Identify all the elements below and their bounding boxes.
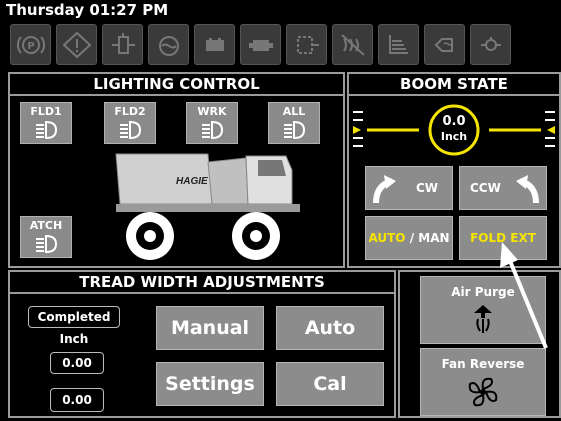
light-button-label: WRK	[197, 105, 227, 118]
light-button-atch[interactable]: ATCH	[20, 216, 72, 258]
auto-manual-toggle[interactable]: AUTO / MAN	[365, 216, 453, 260]
headlight-icon	[202, 120, 224, 140]
oil-pressure-icon	[470, 24, 511, 65]
fold-ext-button[interactable]: FOLD EXT	[459, 216, 547, 260]
cal-button[interactable]: Cal	[276, 362, 384, 406]
sprayer-vehicle-image: HAGIE	[115, 153, 300, 260]
engine-icon	[240, 24, 281, 65]
lighting-control-panel: LIGHTING CONTROL FLD1 FLD2 WRK ALL ATCH …	[8, 72, 345, 268]
cw-label: CW	[415, 181, 438, 195]
air-filter-icon	[286, 24, 327, 65]
man-label: MAN	[418, 231, 450, 245]
lighting-control-title: LIGHTING CONTROL	[10, 74, 343, 96]
fuel-filter-icon	[102, 24, 143, 65]
boom-rotate-cw-button[interactable]: CW	[365, 166, 453, 210]
light-button-fld2[interactable]: FLD2	[104, 102, 156, 144]
light-button-label: ALL	[282, 105, 306, 118]
air-fan-panel: Air Purge Fan Reverse	[398, 270, 561, 418]
warning-diamond-icon	[56, 24, 97, 65]
auto-button[interactable]: Auto	[276, 306, 384, 350]
tread-width-title: TREAD WIDTH ADJUSTMENTS	[10, 272, 394, 294]
boom-rotate-ccw-button[interactable]: CCW	[459, 166, 547, 210]
light-button-fld1[interactable]: FLD1	[20, 102, 72, 144]
auto-man-separator: /	[405, 231, 419, 245]
air-purge-icon	[474, 305, 492, 333]
clock: Thursday 01:27 PM	[6, 1, 169, 19]
boom-state-panel: BOOM STATE 0.0 Inch CW CCW AUTO / MAN FO…	[347, 72, 561, 268]
fold-ext-label: FOLD EXT	[470, 231, 536, 245]
ccw-label: CCW	[470, 181, 501, 195]
boom-height-value: 0.0	[442, 114, 466, 129]
light-button-label: ATCH	[29, 219, 63, 232]
auto-label: AUTO	[368, 231, 406, 245]
light-button-all[interactable]: ALL	[268, 102, 320, 144]
parking-brake-icon: P	[10, 24, 51, 65]
tread-width-panel: TREAD WIDTH ADJUSTMENTS Completed Inch 0…	[8, 270, 396, 418]
tread-unit: Inch	[59, 332, 89, 346]
tread-status: Completed	[28, 306, 120, 328]
svg-text:P: P	[27, 41, 34, 52]
hydraulic-level-icon	[378, 24, 419, 65]
no-regen-icon	[332, 24, 373, 65]
curved-arrow-up-left-icon	[516, 175, 539, 204]
warning-icon-row: P	[10, 24, 511, 66]
tread-value-1: 0.00	[50, 352, 104, 374]
fan-reverse-button[interactable]: Fan Reverse	[420, 348, 546, 416]
engine-coolant-icon	[148, 24, 189, 65]
light-button-label: FLD2	[114, 105, 146, 118]
hydraulic-temp-icon	[424, 24, 465, 65]
air-purge-button[interactable]: Air Purge	[420, 276, 546, 344]
light-button-label: FLD1	[30, 105, 62, 118]
fan-reverse-label: Fan Reverse	[441, 357, 525, 371]
vehicle-brand: HAGIE	[176, 176, 208, 187]
boom-height-unit: Inch	[440, 130, 468, 143]
headlight-icon	[284, 120, 306, 140]
light-button-wrk[interactable]: WRK	[186, 102, 238, 144]
tread-value-2: 0.00	[50, 388, 104, 412]
headlight-icon	[36, 120, 58, 140]
headlight-icon	[36, 234, 58, 254]
headlight-icon	[120, 120, 142, 140]
settings-button[interactable]: Settings	[156, 362, 264, 406]
status-bar: Thursday 01:27 PM P	[0, 0, 561, 68]
curved-arrow-up-right-icon	[373, 175, 396, 204]
manual-button[interactable]: Manual	[156, 306, 264, 350]
battery-charge-icon	[194, 24, 235, 65]
boom-state-title: BOOM STATE	[349, 74, 559, 96]
air-purge-label: Air Purge	[451, 285, 515, 299]
fan-icon	[468, 377, 498, 407]
